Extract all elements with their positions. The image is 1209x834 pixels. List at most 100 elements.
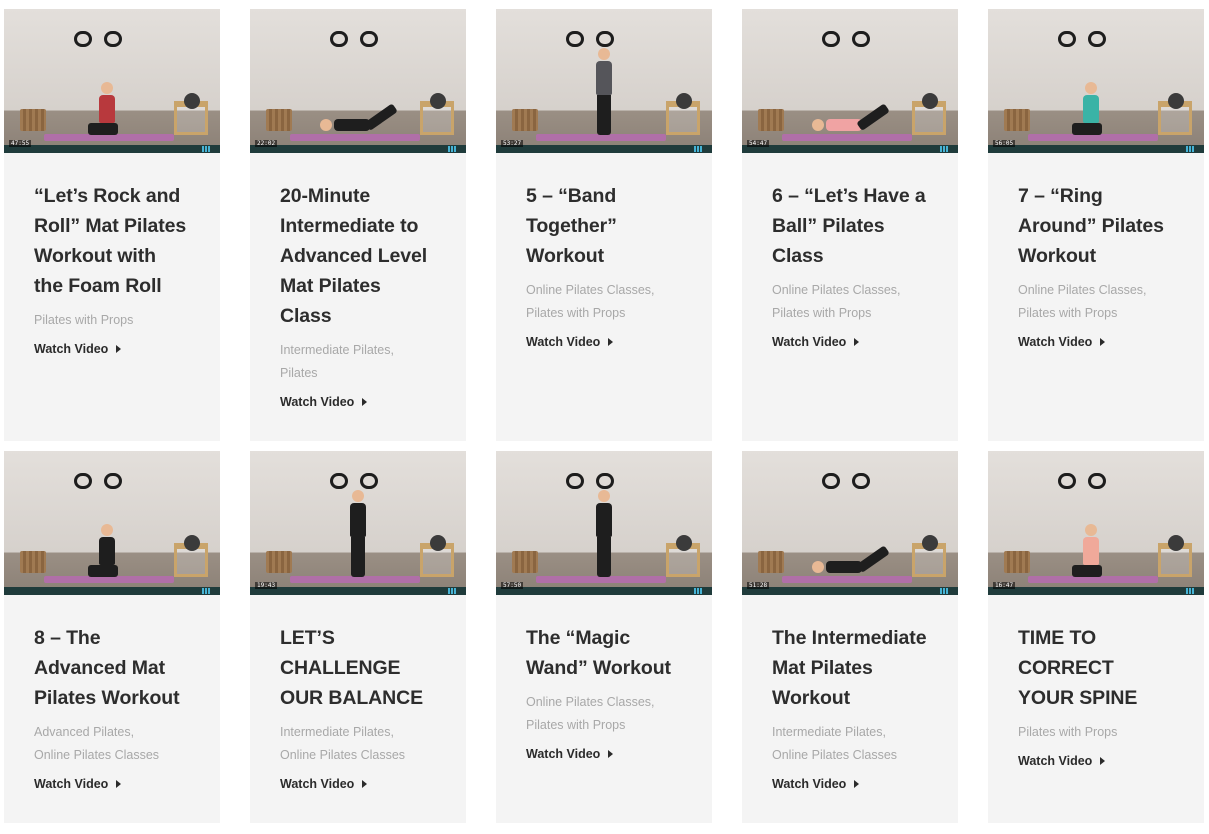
watch-video-link[interactable]: Watch Video — [280, 777, 368, 791]
video-title[interactable]: 7 – “Ring Around” Pilates Workout — [1018, 181, 1174, 271]
category-link[interactable]: Pilates with Props — [772, 302, 928, 325]
video-thumbnail[interactable]: 19:43 — [250, 451, 466, 595]
volume-icon[interactable] — [694, 146, 704, 152]
volume-icon[interactable] — [940, 146, 950, 152]
video-categories: Intermediate Pilates, Online Pilates Clas… — [280, 721, 436, 767]
watch-video-link[interactable]: Watch Video — [34, 342, 122, 356]
video-title[interactable]: 5 – “Band Together” Workout — [526, 181, 682, 271]
video-thumbnail[interactable] — [4, 451, 220, 595]
volume-icon[interactable] — [202, 588, 212, 594]
video-categories: Online Pilates Classes, Pilates with Prop… — [772, 279, 928, 325]
watch-video-label: Watch Video — [280, 395, 355, 409]
volume-icon[interactable] — [1186, 146, 1196, 152]
caret-right-icon — [854, 780, 860, 788]
video-control-bar[interactable] — [496, 587, 712, 595]
video-control-bar[interactable] — [496, 145, 712, 153]
watch-video-link[interactable]: Watch Video — [526, 747, 614, 761]
video-title[interactable]: The Intermediate Mat Pilates Workout — [772, 623, 928, 713]
video-thumbnail[interactable]: 22:02 — [250, 9, 466, 153]
video-title[interactable]: 6 – “Let’s Have a Ball” Pilates Class — [772, 181, 928, 271]
category-link[interactable]: Pilates with Props — [526, 714, 682, 737]
volume-icon[interactable] — [448, 588, 458, 594]
video-card[interactable]: 57:50 The “Magic Wand” Workout Online Pila… — [496, 451, 712, 823]
watch-video-link[interactable]: Watch Video — [1018, 754, 1106, 768]
watch-video-link[interactable]: Watch Video — [280, 395, 368, 409]
video-control-bar[interactable] — [742, 145, 958, 153]
video-title[interactable]: LET’S CHALLENGE OUR BALANCE — [280, 623, 436, 713]
video-title[interactable]: 8 – The Advanced Mat Pilates Workout — [34, 623, 190, 713]
category-link[interactable]: Online Pilates Classes — [34, 744, 190, 767]
video-control-bar[interactable] — [742, 587, 958, 595]
video-title[interactable]: TIME TO CORRECT YOUR SPINE — [1018, 623, 1174, 713]
category-link[interactable]: Online Pilates Classes, — [772, 279, 928, 302]
volume-icon[interactable] — [694, 588, 704, 594]
video-card[interactable]: 56:05 7 – “Ring Around” Pilates Workout On… — [988, 9, 1204, 441]
video-duration: 53:27 — [501, 140, 524, 147]
category-link[interactable]: Intermediate Pilates, — [280, 339, 436, 362]
video-card[interactable]: 51:28 The Intermediate Mat Pilates Workou… — [742, 451, 958, 823]
category-link[interactable]: Pilates with Props — [1018, 721, 1174, 744]
video-categories: Online Pilates Classes, Pilates with Prop… — [1018, 279, 1174, 325]
category-link[interactable]: Intermediate Pilates, — [280, 721, 436, 744]
video-duration: 57:50 — [501, 582, 524, 589]
video-card[interactable]: 22:02 20-Minute Intermediate to Advanced … — [250, 9, 466, 441]
video-thumbnail[interactable]: 57:50 — [496, 451, 712, 595]
category-link[interactable]: Online Pilates Classes — [772, 744, 928, 767]
video-card[interactable]: 19:43 LET’S CHALLENGE OUR BALANCE Intermed… — [250, 451, 466, 823]
video-card[interactable]: 54:47 6 – “Let’s Have a Ball” Pilates Cla… — [742, 9, 958, 441]
video-card[interactable]: 53:27 5 – “Band Together” Workout Online P… — [496, 9, 712, 441]
watch-video-label: Watch Video — [280, 777, 355, 791]
video-duration: 47:55 — [9, 140, 32, 147]
video-title[interactable]: The “Magic Wand” Workout — [526, 623, 682, 683]
category-link[interactable]: Pilates with Props — [1018, 302, 1174, 325]
caret-right-icon — [608, 338, 614, 346]
volume-icon[interactable] — [202, 146, 212, 152]
video-thumbnail[interactable]: 51:28 — [742, 451, 958, 595]
video-card[interactable]: 47:55 “Let’s Rock and Roll” Mat Pilates W… — [4, 9, 220, 441]
category-link[interactable]: Pilates with Props — [34, 309, 190, 332]
caret-right-icon — [854, 338, 860, 346]
instructor-figure — [596, 490, 612, 577]
category-link[interactable]: Online Pilates Classes — [280, 744, 436, 767]
video-duration: 56:05 — [993, 140, 1016, 147]
watch-video-link[interactable]: Watch Video — [526, 335, 614, 349]
video-card[interactable]: 16:47 TIME TO CORRECT YOUR SPINE Pilates w… — [988, 451, 1204, 823]
volume-icon[interactable] — [448, 146, 458, 152]
video-duration: 22:02 — [255, 140, 278, 147]
video-control-bar[interactable] — [250, 145, 466, 153]
video-card[interactable]: 8 – The Advanced Mat Pilates Workout Adva… — [4, 451, 220, 823]
caret-right-icon — [116, 780, 122, 788]
video-categories: Online Pilates Classes, Pilates with Prop… — [526, 691, 682, 737]
category-link[interactable]: Intermediate Pilates, — [772, 721, 928, 744]
video-title[interactable]: “Let’s Rock and Roll” Mat Pilates Workou… — [34, 181, 190, 301]
volume-icon[interactable] — [940, 588, 950, 594]
category-link[interactable]: Pilates with Props — [526, 302, 682, 325]
category-link[interactable]: Online Pilates Classes, — [526, 279, 682, 302]
video-categories: Advanced Pilates, Online Pilates Classes — [34, 721, 190, 767]
category-link[interactable]: Online Pilates Classes, — [1018, 279, 1174, 302]
watch-video-link[interactable]: Watch Video — [34, 777, 122, 791]
category-link[interactable]: Advanced Pilates, — [34, 721, 190, 744]
watch-video-link[interactable]: Watch Video — [772, 777, 860, 791]
video-title[interactable]: 20-Minute Intermediate to Advanced Level… — [280, 181, 436, 331]
video-thumbnail[interactable]: 47:55 — [4, 9, 220, 153]
instructor-figure — [88, 524, 118, 577]
video-grid: 47:55 “Let’s Rock and Roll” Mat Pilates W… — [0, 0, 1209, 834]
video-control-bar[interactable] — [988, 587, 1204, 595]
video-thumbnail[interactable]: 53:27 — [496, 9, 712, 153]
video-control-bar[interactable] — [250, 587, 466, 595]
watch-video-link[interactable]: Watch Video — [1018, 335, 1106, 349]
volume-icon[interactable] — [1186, 588, 1196, 594]
category-link[interactable]: Pilates — [280, 362, 436, 385]
category-link[interactable]: Online Pilates Classes, — [526, 691, 682, 714]
video-control-bar[interactable] — [988, 145, 1204, 153]
video-control-bar[interactable] — [4, 587, 220, 595]
video-control-bar[interactable] — [4, 145, 220, 153]
video-thumbnail[interactable]: 54:47 — [742, 9, 958, 153]
video-duration: 51:28 — [747, 582, 770, 589]
video-thumbnail[interactable]: 16:47 — [988, 451, 1204, 595]
watch-video-link[interactable]: Watch Video — [772, 335, 860, 349]
watch-video-label: Watch Video — [526, 747, 601, 761]
watch-video-label: Watch Video — [772, 335, 847, 349]
video-thumbnail[interactable]: 56:05 — [988, 9, 1204, 153]
